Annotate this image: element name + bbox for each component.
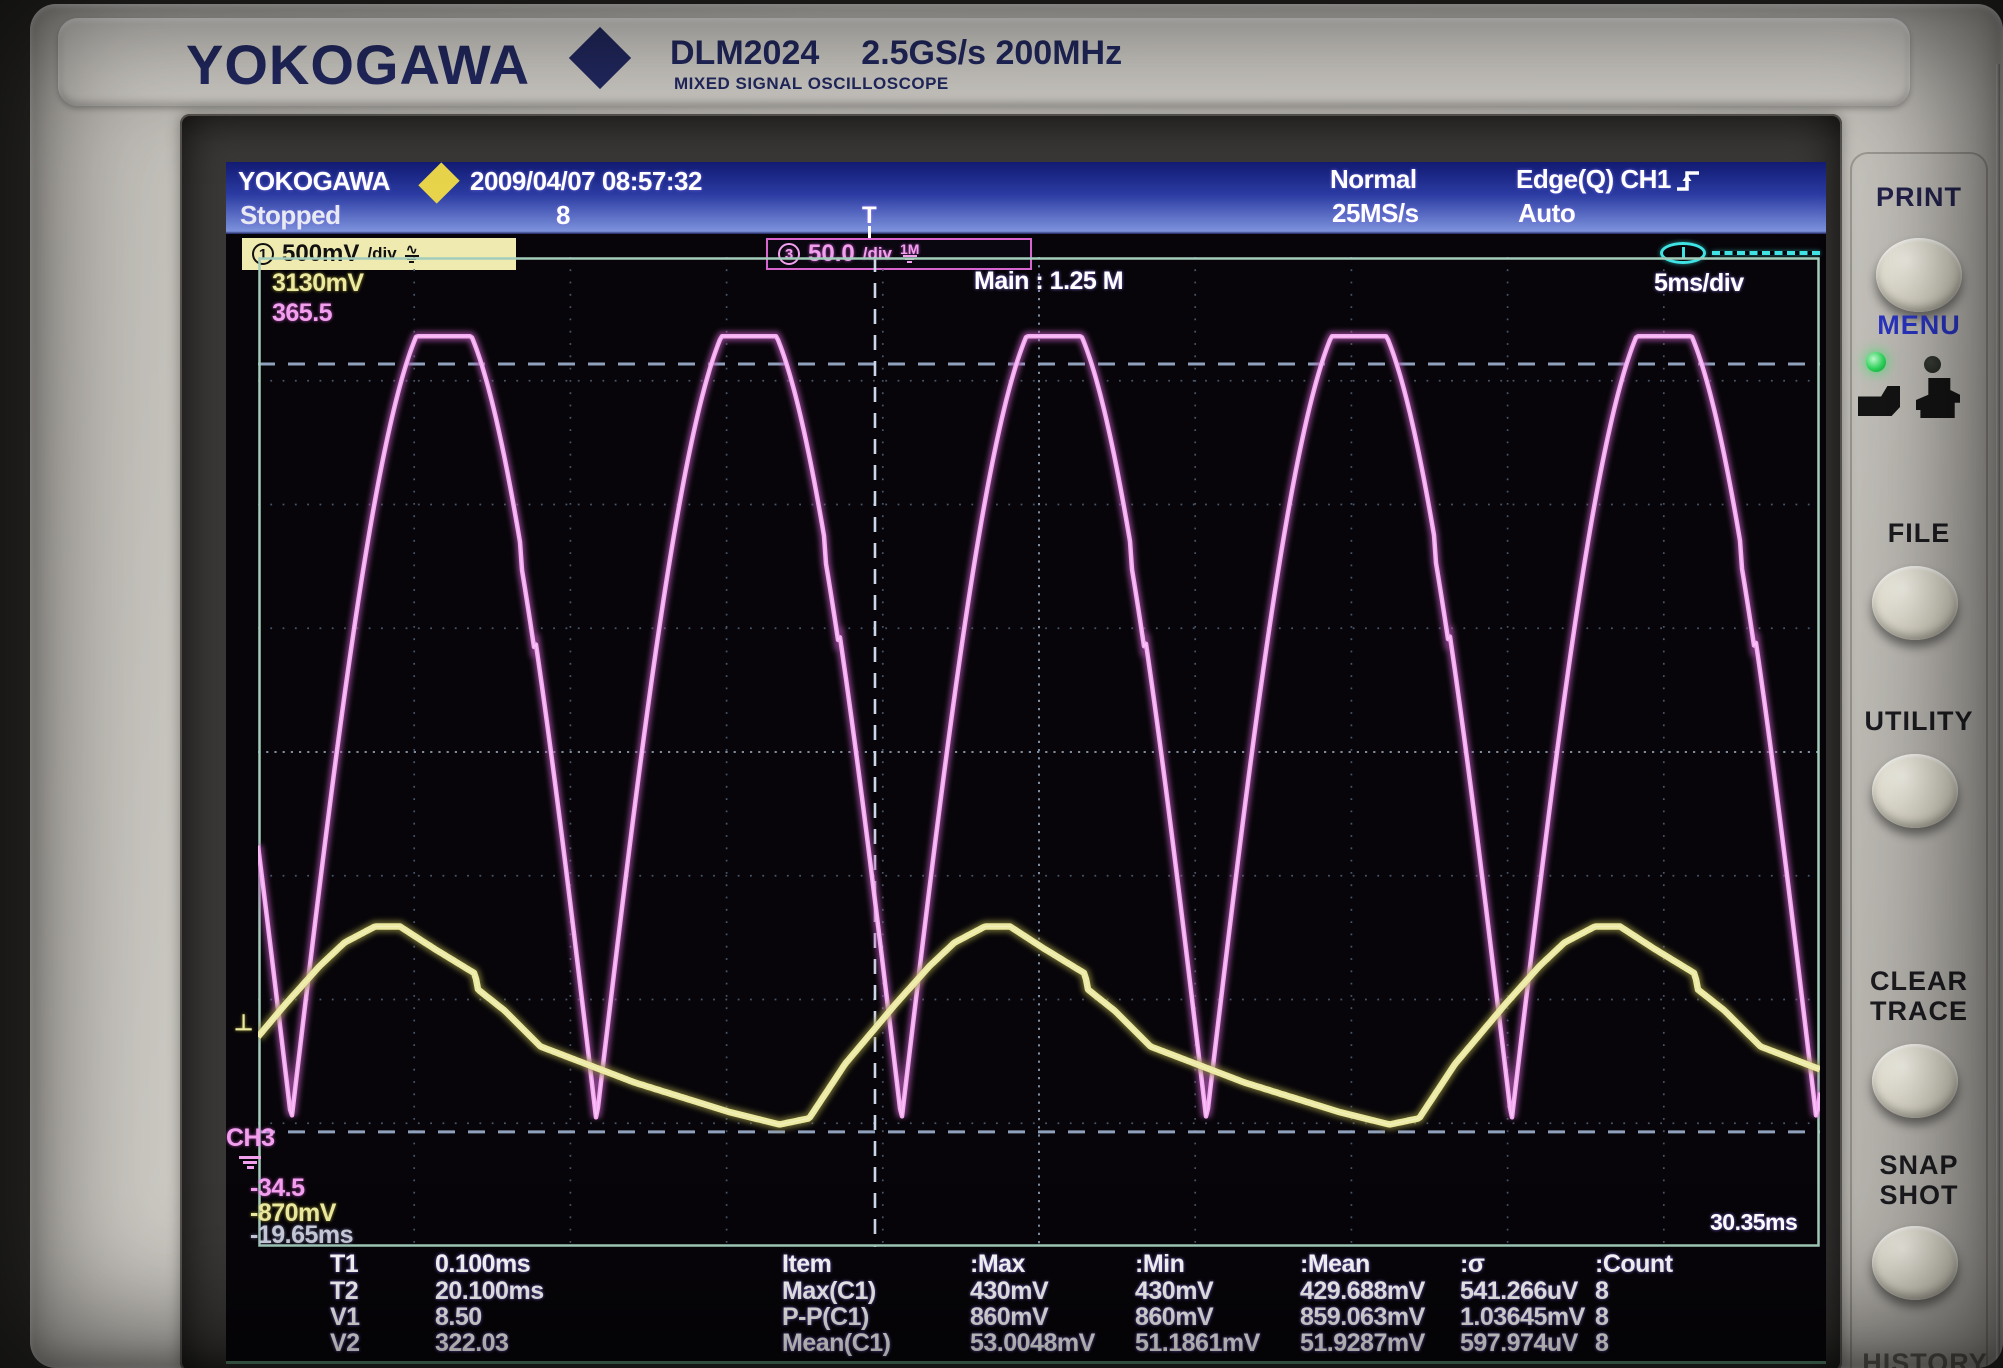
side-control-panel: PRINT MENU FILE UTILITY CLEAR TRACE SNAP S… <box>1810 4 2003 1368</box>
table-cell: 20.100ms <box>435 1277 544 1305</box>
model-specs: 2.5GS/s 200MHz <box>861 34 1123 72</box>
table-cell: 430mV <box>1135 1277 1214 1305</box>
snapshot-line1: SNAP <box>1879 1150 1959 1180</box>
snapshot-label: SNAP SHOT <box>1850 1150 1988 1210</box>
brand-logo: YOKOGAWA <box>186 33 531 96</box>
table-cell: 8 <box>1595 1303 1609 1331</box>
oscilloscope-device: YOKOGAWA DLM2024 2.5GS/s 200MHz MIXED SIG… <box>30 4 2003 1368</box>
diamond-logo-icon <box>568 26 632 90</box>
file-label: FILE <box>1887 518 1951 548</box>
ch1-ground-marker: ⊥ <box>234 1010 253 1035</box>
table-cell: 322.03 <box>435 1329 509 1357</box>
table-cell: 597.974uV <box>1460 1329 1578 1357</box>
zoom-dashes <box>1712 251 1820 255</box>
time-cursor-value: -19.65ms <box>250 1221 354 1249</box>
table-cell: 51.9287mV <box>1300 1329 1425 1357</box>
table-cell: 0.100ms <box>435 1250 531 1278</box>
table-cell: Mean(C1) <box>782 1329 891 1357</box>
trigger-source-label: Edge(Q) CH1 <box>1516 164 1671 194</box>
timebase-readout: 5ms/div <box>1654 269 1744 297</box>
table-cell: 859.063mV <box>1300 1303 1425 1331</box>
sample-rate: 25MS/s <box>1332 198 1419 228</box>
snapshot-button[interactable] <box>1872 1226 1958 1300</box>
print-button[interactable] <box>1876 238 1962 312</box>
table-header-cell: :Mean <box>1300 1250 1370 1278</box>
ch1-readout: 3130mV <box>272 269 364 297</box>
rising-edge-icon <box>1677 171 1699 191</box>
clear-trace-line2: TRACE <box>1870 996 1968 1026</box>
clear-trace-button[interactable] <box>1872 1044 1958 1118</box>
status-bar-brand: YOKOGAWA <box>238 166 391 196</box>
utility-label: UTILITY <box>1864 706 1974 736</box>
ch3-impedance: 1M <box>900 241 920 257</box>
table-cell: 51.1861mV <box>1135 1329 1260 1357</box>
photo-frame: YOKOGAWA DLM2024 2.5GS/s 200MHz MIXED SIG… <box>0 0 2003 1368</box>
yellow-diamond-icon <box>418 162 460 204</box>
table-cell: P-P(C1) <box>782 1303 869 1331</box>
table-cell: 8 <box>1595 1277 1609 1305</box>
waveform-graticule: 3130mV 365.5 Main : 1.25 M 5ms/div 30.35… <box>258 257 1820 1247</box>
acq-count: 8 <box>556 200 570 230</box>
table-cell: 429.688mV <box>1300 1277 1425 1305</box>
snapshot-line2: SHOT <box>1879 1180 1959 1210</box>
measurement-table: T1 0.100ms Item :Max :Min :Mean :σ :Count T2 20.1… <box>226 1250 1826 1360</box>
record-length: Main : 1.25 M <box>974 267 1124 295</box>
trigger-marker-letter: T <box>862 202 877 229</box>
menu-led-off <box>1924 356 1941 373</box>
lcd-screen: YOKOGAWA 2009/04/07 08:57:32 Normal Edge… <box>226 162 1826 1364</box>
menu-led-on <box>1866 352 1886 372</box>
table-cell: V1 <box>330 1303 360 1331</box>
model-number: DLM2024 <box>670 34 820 72</box>
table-cell: Max(C1) <box>782 1277 876 1305</box>
model-label: DLM2024 2.5GS/s 200MHz <box>670 34 1122 73</box>
table-cell: 430mV <box>970 1277 1049 1305</box>
trigger-mode: Auto <box>1518 198 1576 228</box>
table-cell: T2 <box>330 1277 359 1305</box>
table-header-cell: :Count <box>1595 1250 1673 1278</box>
history-label: HISTORY <box>1862 1348 1988 1368</box>
clear-trace-label: CLEAR TRACE <box>1850 966 1988 1026</box>
table-cell: 1.03645mV <box>1460 1303 1585 1331</box>
table-cell: T1 <box>330 1250 359 1278</box>
table-cell: 860mV <box>970 1303 1049 1331</box>
menu-label: MENU <box>1877 310 1961 340</box>
table-cell: 860mV <box>1135 1303 1214 1331</box>
table-cell: V2 <box>330 1329 360 1357</box>
table-header-cell: :Min <box>1135 1250 1185 1278</box>
table-cell: 53.0048mV <box>970 1329 1095 1357</box>
table-cell: 541.266uV <box>1460 1277 1578 1305</box>
status-datetime: 2009/04/07 08:57:32 <box>470 166 702 196</box>
clear-trace-line1: CLEAR <box>1870 966 1968 996</box>
table-cell: 8 <box>1595 1329 1609 1357</box>
ch3-ground-icon <box>238 1154 262 1169</box>
acq-status: Stopped <box>240 200 341 230</box>
print-label: PRINT <box>1876 182 1962 212</box>
table-header-cell: Item <box>782 1250 832 1278</box>
table-cell: 8.50 <box>435 1303 482 1331</box>
ch3-readout: 365.5 <box>272 299 333 327</box>
ch3-ground-label: CH3 <box>226 1124 275 1152</box>
status-bar: YOKOGAWA 2009/04/07 08:57:32 Normal Edge… <box>226 162 1826 234</box>
trigger-mode-label: Normal <box>1330 164 1417 194</box>
file-button[interactable] <box>1872 566 1958 640</box>
waveform-svg <box>258 257 1820 1247</box>
brand-plate: YOKOGAWA DLM2024 2.5GS/s 200MHz MIXED SIG… <box>58 18 1910 106</box>
table-header-cell: :Max <box>970 1250 1025 1278</box>
utility-button[interactable] <box>1872 754 1958 828</box>
table-header-cell: :σ <box>1460 1250 1485 1278</box>
panel-groove <box>1996 64 2000 1368</box>
trigger-position-marker: T <box>862 202 877 239</box>
model-subtitle: MIXED SIGNAL OSCILLOSCOPE <box>674 74 949 93</box>
time-right-readout: 30.35ms <box>1710 1209 1798 1235</box>
